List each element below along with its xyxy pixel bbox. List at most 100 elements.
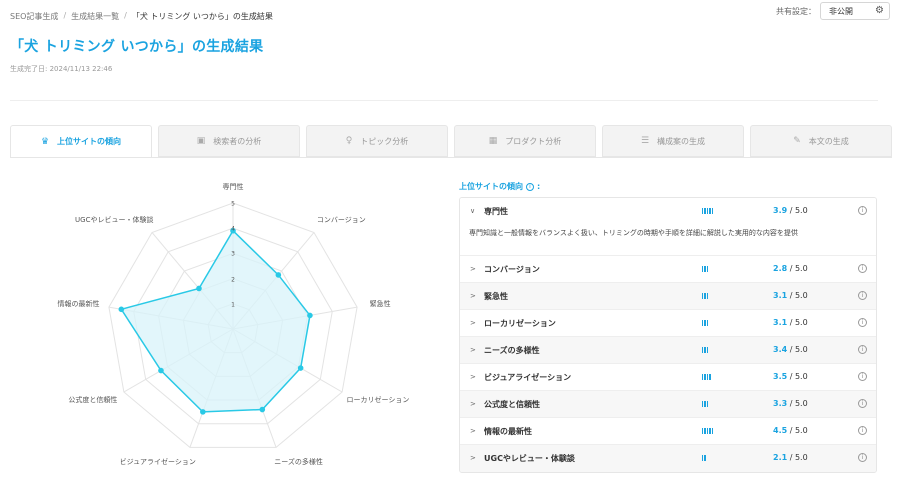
- lightbulb-icon: ♀: [345, 136, 353, 146]
- score-bars: [702, 374, 711, 380]
- share-select[interactable]: 非公開 ⚙: [820, 2, 890, 20]
- metric-score: 3.1 / 5.0: [773, 291, 808, 300]
- score-bar: [702, 374, 704, 380]
- chevron-right-icon: >: [470, 400, 476, 408]
- metric-score: 3.5 / 5.0: [773, 372, 808, 381]
- info-icon[interactable]: i: [858, 345, 867, 354]
- panel-title: 上位サイトの傾向 i :: [459, 181, 540, 192]
- info-icon[interactable]: i: [858, 372, 867, 381]
- metric-score-max: / 5.0: [787, 399, 808, 408]
- metric-row[interactable]: > ビジュアライゼーション 3.5 / 5.0 i: [460, 364, 876, 391]
- tab-product-analysis[interactable]: ▦ プロダクト分析: [454, 125, 596, 157]
- tab-searcher-analysis[interactable]: ▣ 検索者の分析: [158, 125, 300, 157]
- score-bar: [702, 293, 704, 299]
- score-bar: [704, 455, 706, 461]
- breadcrumb-seo[interactable]: SEO記事生成: [10, 11, 58, 22]
- tab-top-sites[interactable]: ♛ 上位サイトの傾向: [10, 125, 152, 158]
- radar-axis-label: ニーズの多様性: [274, 458, 323, 467]
- score-bar: [706, 347, 709, 353]
- radar-axis-label: コンバージョン: [316, 216, 366, 225]
- metric-row[interactable]: > ニーズの多様性 3.4 / 5.0 i: [460, 337, 876, 364]
- metric-score-max: / 5.0: [787, 453, 808, 462]
- score-bar: [702, 401, 704, 407]
- radar-data-point: [196, 285, 202, 292]
- metric-score-value: 4.5: [773, 426, 788, 435]
- info-icon[interactable]: i: [858, 264, 867, 273]
- radar-data-point: [158, 367, 164, 374]
- breadcrumb: SEO記事生成 / 生成結果一覧 / 「犬 トリミング いつから」の生成結果: [10, 11, 273, 22]
- chevron-right-icon: >: [470, 292, 476, 300]
- grid-icon: ▦: [488, 136, 498, 146]
- metric-score-value: 3.9: [773, 206, 788, 215]
- info-icon[interactable]: i: [858, 453, 867, 462]
- metric-row[interactable]: ∨ 専門性 3.9 / 5.0 i 専門知識と一般情報をバランスよく扱い、トリミングの時…: [460, 198, 876, 256]
- metric-row[interactable]: > UGCやレビュー・体験談 2.1 / 5.0 i: [460, 445, 876, 472]
- metric-score-value: 2.1: [773, 453, 788, 462]
- metrics-panel: ∨ 専門性 3.9 / 5.0 i 専門知識と一般情報をバランスよく扱い、トリミングの時…: [459, 197, 877, 473]
- tab-label: 構成案の生成: [657, 136, 706, 146]
- chevron-right-icon: >: [470, 454, 476, 462]
- radar-tick-label: 2: [231, 276, 235, 284]
- generated-date: 生成完了日: 2024/11/13 22:46: [10, 65, 113, 73]
- tab-bar: ♛ 上位サイトの傾向 ▣ 検索者の分析 ♀ トピック分析 ▦ プロダクト分析 ☰…: [10, 125, 892, 158]
- radar-data-point: [297, 365, 304, 371]
- score-bar: [702, 320, 704, 326]
- info-icon[interactable]: i: [858, 206, 867, 215]
- score-bar: [704, 347, 706, 353]
- breadcrumb-separator: /: [124, 11, 127, 20]
- breadcrumb-results-list[interactable]: 生成結果一覧: [71, 11, 119, 22]
- metric-score-value: 3.3: [773, 399, 788, 408]
- metric-name: コンバージョン: [484, 265, 540, 274]
- score-bar: [702, 428, 704, 434]
- tab-outline-generation[interactable]: ☰ 構成案の生成: [602, 125, 744, 157]
- info-icon[interactable]: i: [858, 426, 867, 435]
- metric-score-max: / 5.0: [787, 372, 808, 381]
- metric-row[interactable]: > 情報の最新性 4.5 / 5.0 i: [460, 418, 876, 445]
- metric-score-max: / 5.0: [787, 264, 808, 273]
- metric-score: 3.1 / 5.0: [773, 318, 808, 327]
- metric-score: 3.3 / 5.0: [773, 399, 808, 408]
- panel-title-text: 上位サイトの傾向: [459, 182, 523, 191]
- tab-body-generation[interactable]: ✎ 本文の生成: [750, 125, 892, 157]
- info-icon[interactable]: i: [858, 291, 867, 300]
- radar-svg: [108, 202, 358, 448]
- score-bar: [709, 374, 711, 380]
- tab-topic-analysis[interactable]: ♀ トピック分析: [306, 125, 448, 157]
- radar-chart: 1 2 3 4 5 専門性 コンバージョン 緊急性 ローカリゼーション ニーズの多様性 ビジュアライ…: [0, 170, 460, 501]
- breadcrumb-current: 「犬 トリミング いつから」の生成結果: [131, 12, 273, 21]
- share-settings: 共有設定： 非公開 ⚙: [776, 2, 890, 20]
- info-icon[interactable]: i: [858, 318, 867, 327]
- radar-tick-label: 1: [231, 301, 235, 309]
- metric-score-max: / 5.0: [787, 426, 808, 435]
- info-icon[interactable]: i: [526, 182, 534, 191]
- metric-row[interactable]: > コンバージョン 2.8 / 5.0 i: [460, 256, 876, 283]
- score-bars: [702, 428, 713, 434]
- radar-data-point: [259, 406, 266, 413]
- score-bars: [702, 208, 713, 214]
- radar-series-area: [120, 229, 311, 413]
- gear-icon: ⚙: [875, 5, 884, 16]
- metric-row[interactable]: > 公式度と信頼性 3.3 / 5.0 i: [460, 391, 876, 418]
- chevron-down-icon: ∨: [470, 207, 476, 215]
- score-bar: [702, 266, 704, 272]
- info-icon[interactable]: i: [858, 399, 867, 408]
- score-bar: [706, 374, 709, 380]
- radar-data-point: [200, 409, 206, 415]
- metric-name: 公式度と信頼性: [484, 400, 540, 409]
- score-bar: [704, 401, 706, 407]
- score-bar: [702, 455, 704, 461]
- metric-name: ビジュアライゼーション: [484, 373, 572, 382]
- radar-tick-label: 4: [231, 225, 235, 233]
- pencil-icon: ✎: [793, 136, 801, 146]
- metric-name: 専門性: [484, 207, 508, 216]
- score-bar: [706, 428, 709, 434]
- metric-row[interactable]: > ローカリゼーション 3.1 / 5.0 i: [460, 310, 876, 337]
- radar-axis-label: ローカリゼーション: [346, 396, 410, 404]
- metric-row[interactable]: > 緊急性 3.1 / 5.0 i: [460, 283, 876, 310]
- tab-label: トピック分析: [360, 136, 409, 146]
- metric-score-max: / 5.0: [787, 291, 808, 300]
- panel-title-colon: :: [537, 182, 541, 191]
- divider: [10, 100, 878, 101]
- camera-icon: ▣: [196, 136, 206, 146]
- metric-name: 緊急性: [484, 292, 508, 301]
